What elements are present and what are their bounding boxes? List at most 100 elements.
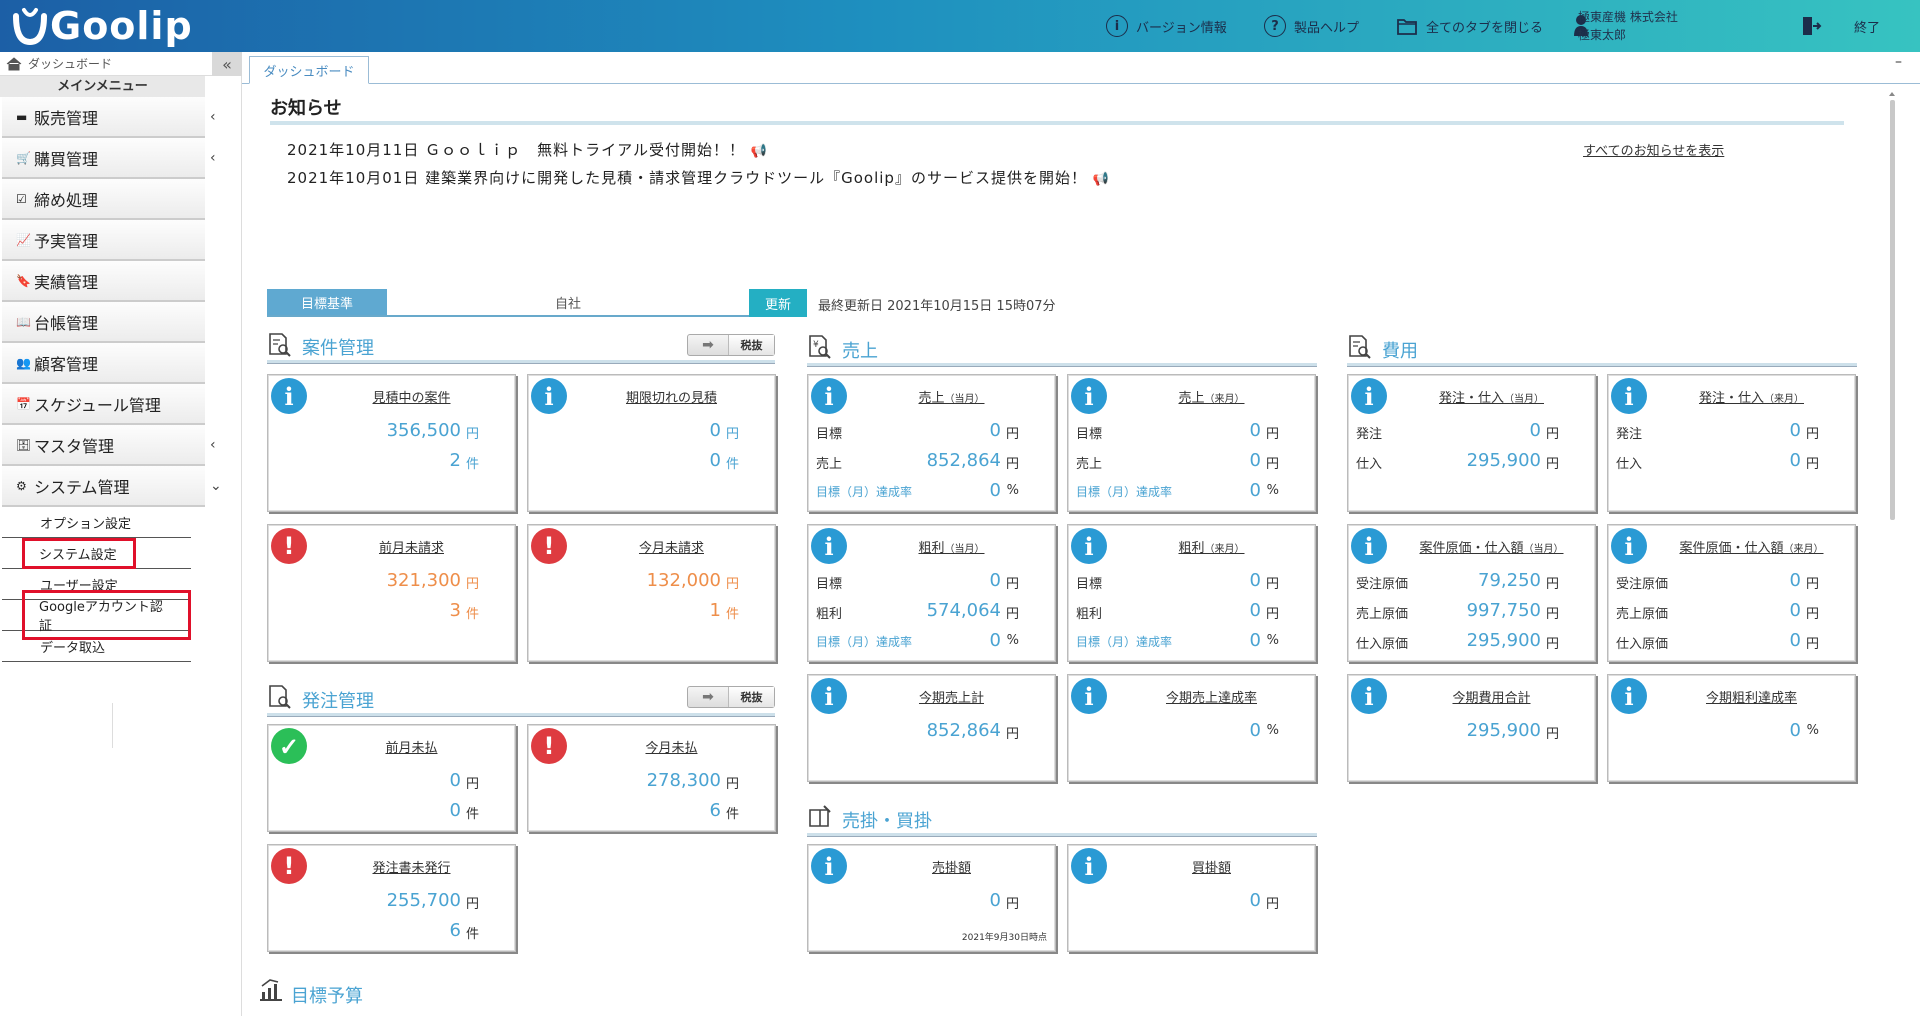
tab-dashboard[interactable]: ダッシュボード [249, 56, 369, 84]
dashboard-card-arari_rai[interactable]: i 粗利（来月） 目標 0 円粗利 0 円目標（月）達成率 0% [1067, 524, 1316, 662]
check-icon: ✓ [271, 728, 307, 764]
card-row-value: 0 [989, 420, 1001, 441]
logo[interactable]: Goolip [12, 4, 193, 48]
card-title-link[interactable]: 今月未払 [568, 737, 775, 756]
dashboard-card-kaikake[interactable]: i 買掛額 0 円 [1067, 844, 1316, 952]
card-title-link[interactable]: 今期粗利達成率 [1648, 687, 1855, 706]
dashboard-card-genka_rai[interactable]: i 案件原価・仕入額（来月） 受注原価 0 円売上原価 0 円仕入原価 0 円 [1607, 524, 1856, 662]
scrollbar[interactable] [1886, 90, 1898, 1010]
info-icon: i [811, 678, 847, 714]
card-title-link[interactable]: 見積中の案件 [308, 387, 515, 406]
sidebar-item[interactable]: ☑ 締め処理 [2, 179, 205, 220]
dashboard-card-konki_uriage[interactable]: i 今期売上計 852,864 円 [807, 674, 1056, 782]
main-menu-title: メインメニュー [0, 76, 205, 97]
close-all-tabs-link[interactable]: 全てのタブを閉じる [1396, 0, 1543, 52]
sidebar-item-label: 台帳管理 [34, 313, 99, 333]
sidebar-item[interactable]: 📅 スケジュール管理 [2, 384, 205, 425]
card-title: 前月未払 [385, 741, 438, 756]
sidebar-subitem[interactable]: Googleアカウント認証 [2, 590, 191, 640]
card-title-link[interactable]: 粗利（来月） [1108, 537, 1315, 556]
sidebar-item[interactable]: 🗄 マスタ管理 ‹ [2, 425, 216, 466]
megaphone-icon: 📢 [750, 144, 768, 159]
dashboard-card-kigen_gire[interactable]: i 期限切れの見積 0 円 0 件 [527, 374, 776, 512]
dashboard-card-uriage_rai[interactable]: i 売上（来月） 目標 0 円売上 0 円目標（月）達成率 0% [1067, 374, 1316, 512]
sidebar-item[interactable]: 📈 予実管理 [2, 220, 205, 261]
card-row-value: 0 [989, 630, 1001, 651]
dashboard-card-mitsumori_chu[interactable]: i 見積中の案件 356,500 円 2 件 [267, 374, 516, 512]
show-all-news-link[interactable]: すべてのお知らせを表示 [1583, 140, 1724, 159]
card-row: 132,000 円 [528, 570, 775, 592]
minimize-icon[interactable]: – [1895, 54, 1902, 70]
card-row-unit: 円 [1005, 897, 1019, 912]
card-title-link[interactable]: 発注書未発行 [308, 857, 515, 876]
svg-text:¥: ¥ [813, 340, 819, 350]
sidebar-dashboard-link[interactable]: ダッシュボード [0, 52, 241, 76]
card-row-label: 発注 [1356, 427, 1383, 442]
card-title-link[interactable]: 期限切れの見積 [568, 387, 775, 406]
dashboard-card-kongetsu_mibarai[interactable]: ! 今月未払 278,300 円 6 件 [527, 724, 776, 832]
news-item[interactable]: 2021年10月01日 建築業界向けに開発した見積・請求管理クラウドツール『Go… [287, 167, 1110, 188]
sidebar-item[interactable]: 🛒 購買管理 ‹ [2, 138, 216, 179]
sidebar-item[interactable]: ⚙ システム管理 ⌄ [2, 466, 222, 507]
dashboard-card-konki_tassei[interactable]: i 今期売上達成率 0% [1067, 674, 1316, 782]
dashboard-card-zengetsu_mibarai[interactable]: ✓ 前月未払 0 円 0 件 [267, 724, 516, 832]
card-row-value: 278,300 [646, 770, 721, 791]
dashboard-card-hatchu_to[interactable]: i 発注・仕入（当月） 発注 0 円仕入 295,900 円 [1347, 374, 1596, 512]
tax-toggle-anken[interactable]: ➡ 税抜 [687, 334, 775, 356]
scrollbar-thumb[interactable] [1890, 100, 1895, 520]
version-info-link[interactable]: i バージョン情報 [1106, 0, 1227, 52]
dashboard-card-urikake[interactable]: i 売掛額 0 円 2021年9月30日時点 [807, 844, 1056, 952]
card-title: 発注・仕入 [1438, 391, 1504, 406]
info-icon: i [1611, 528, 1647, 564]
target-basis-select[interactable]: 自社 [387, 289, 749, 317]
card-title-link[interactable]: 発注・仕入（来月） [1648, 387, 1855, 406]
sidebar-item[interactable]: ▬ 販売管理 ‹ [2, 97, 216, 138]
card-title-link[interactable]: 発注・仕入（当月） [1388, 387, 1595, 406]
dashboard-card-konki_hiyou[interactable]: i 今期費用合計 295,900 円 [1347, 674, 1596, 782]
card-title-link[interactable]: 前月未請求 [308, 537, 515, 556]
product-help-link[interactable]: ? 製品ヘルプ [1264, 0, 1359, 52]
sidebar-item[interactable]: 👥 顧客管理 [2, 343, 205, 384]
order-search-icon [269, 685, 291, 709]
sidebar-dashboard-label: ダッシュボード [28, 57, 113, 71]
dashboard-card-hatchusho[interactable]: ! 発注書未発行 255,700 円 6 件 [267, 844, 516, 952]
update-button[interactable]: 更新 [749, 289, 807, 317]
card-title-link[interactable]: 売掛額 [848, 857, 1055, 876]
app-header: Goolip i バージョン情報 ? 製品ヘルプ 全てのタブを閉じる 極東産機 … [0, 0, 1920, 52]
card-title-link[interactable]: 今期売上達成率 [1108, 687, 1315, 706]
tax-toggle-hatchu[interactable]: ➡ 税抜 [687, 686, 775, 708]
card-title-link[interactable]: 買掛額 [1108, 857, 1315, 876]
news-item[interactable]: 2021年10月11日 Ｇｏｏｌｉｐ 無料トライアル受付開始！！ 📢 [287, 139, 768, 160]
dashboard-card-kongetsu_mi[interactable]: ! 今月未請求 132,000 円 1 件 [527, 524, 776, 662]
card-row-value: 0 [989, 480, 1001, 501]
exit-button[interactable]: 終了 [1800, 0, 1880, 52]
sidebar-item[interactable]: 🔖 実績管理 [2, 261, 205, 302]
dashboard-card-uriage_to[interactable]: i 売上（当月） 目標 0 円売上 852,864 円目標（月）達成率 0% [807, 374, 1056, 512]
card-title-link[interactable]: 今期費用合計 [1388, 687, 1595, 706]
card-title-link[interactable]: 売上（当月） [848, 387, 1055, 406]
users-icon: 👥 [16, 355, 31, 370]
sidebar-subitem[interactable]: オプション設定 [2, 507, 191, 538]
card-title-link[interactable]: 今月未請求 [568, 537, 775, 556]
card-row-unit: 円 [1545, 607, 1559, 622]
card-title-link[interactable]: 今期売上計 [848, 687, 1055, 706]
sidebar-item[interactable]: 📖 台帳管理 [2, 302, 205, 343]
card-title-link[interactable]: 案件原価・仕入額（来月） [1648, 537, 1855, 556]
sidebar-subitem[interactable]: システム設定 [2, 537, 191, 569]
card-row-label: 目標（月）達成率 [816, 635, 913, 649]
dashboard-card-arari_to[interactable]: i 粗利（当月） 目標 0 円粗利 574,064 円目標（月）達成率 0% [807, 524, 1056, 662]
calendar-icon: 📅 [16, 396, 31, 411]
sidebar-collapse-button[interactable]: « [212, 52, 242, 76]
info-icon: i [1071, 678, 1107, 714]
info-icon: i [1351, 528, 1387, 564]
card-title-link[interactable]: 粗利（当月） [848, 537, 1055, 556]
dashboard-card-zengetsu_mi[interactable]: ! 前月未請求 321,300 円 3 件 [267, 524, 516, 662]
card-title-link[interactable]: 売上（来月） [1108, 387, 1315, 406]
info-icon: i [811, 848, 847, 884]
dashboard-card-genka_to[interactable]: i 案件原価・仕入額（当月） 受注原価 79,250 円売上原価 997,750 円仕入原価… [1347, 524, 1596, 662]
card-title-link[interactable]: 前月未払 [308, 737, 515, 756]
card-row: 目標 0 円 [808, 570, 1055, 592]
card-title-link[interactable]: 案件原価・仕入額（当月） [1388, 537, 1595, 556]
dashboard-card-hatchu_rai[interactable]: i 発注・仕入（来月） 発注 0 円仕入 0 円 [1607, 374, 1856, 512]
dashboard-card-konki_arari[interactable]: i 今期粗利達成率 0% [1607, 674, 1856, 782]
